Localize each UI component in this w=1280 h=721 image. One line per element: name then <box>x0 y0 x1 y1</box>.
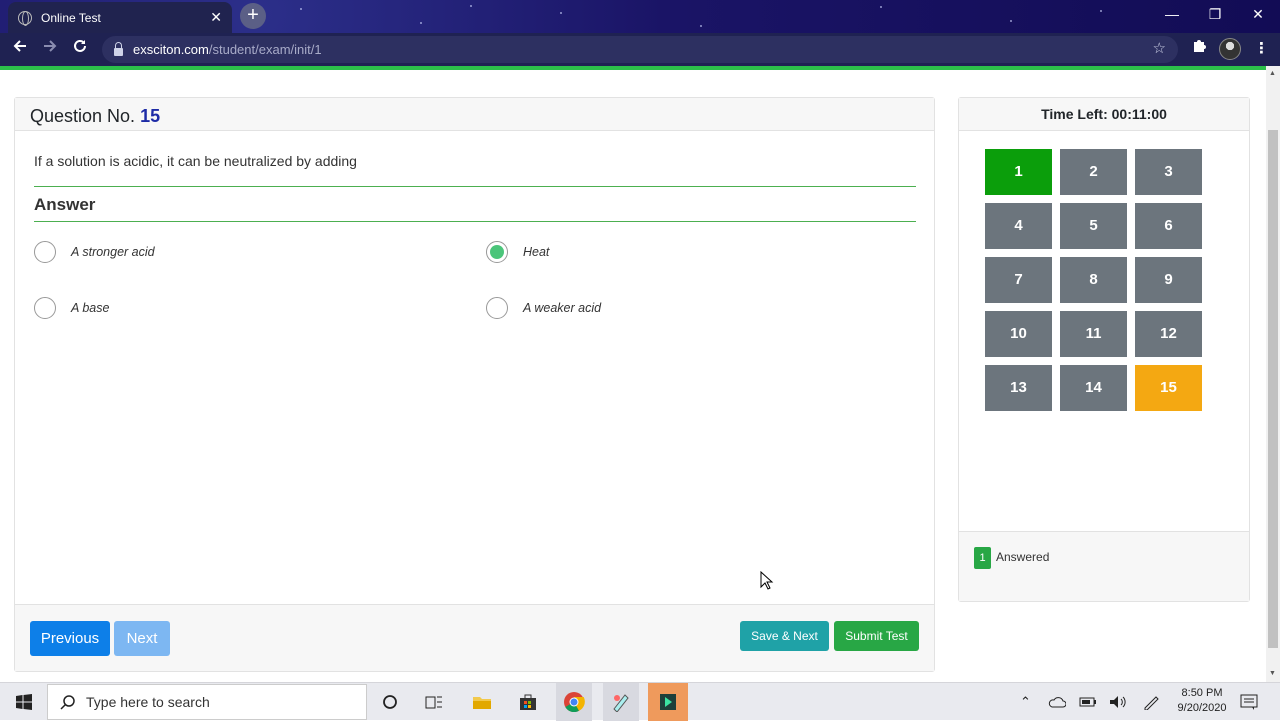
question-nav-button[interactable]: 5 <box>1060 203 1127 249</box>
question-nav-button[interactable]: 13 <box>985 365 1052 411</box>
radio-button-selected[interactable] <box>486 241 508 263</box>
option-a[interactable]: A stronger acid <box>34 241 155 263</box>
question-navigator-panel: Time Left: 00:11:00 1 2 3 4 5 6 7 8 9 10 11 12 13 14 1… <box>958 97 1250 602</box>
question-nav-button[interactable]: 3 <box>1135 149 1202 195</box>
pen-workspace-icon[interactable] <box>1142 683 1160 721</box>
answered-label: Answered <box>996 550 1050 564</box>
question-nav-button[interactable]: 12 <box>1135 311 1202 357</box>
option-label: A base <box>71 301 110 315</box>
browser-menu-icon[interactable]: ⋮ <box>1254 39 1269 57</box>
legend: 1 Answered <box>959 531 1249 601</box>
question-label: Question No. <box>30 106 136 126</box>
forward-arrow-icon[interactable] <box>38 38 62 62</box>
paint-icon[interactable] <box>603 683 639 721</box>
time-left: Time Left: 00:11:00 <box>959 98 1249 131</box>
option-c[interactable]: A base <box>34 297 109 319</box>
browser-tab[interactable]: Online Test ✕ <box>8 2 232 33</box>
url-host: exsciton.com <box>133 42 209 57</box>
option-b[interactable]: Heat <box>486 241 549 263</box>
divider <box>34 221 916 222</box>
battery-icon[interactable] <box>1079 683 1097 721</box>
search-placeholder: Type here to search <box>86 694 210 710</box>
onedrive-icon[interactable] <box>1048 683 1066 721</box>
radio-button[interactable] <box>34 241 56 263</box>
bookmark-star-icon[interactable]: ☆ <box>1153 39 1166 57</box>
profile-avatar[interactable] <box>1219 38 1241 60</box>
browser-tab-strip: Online Test ✕ + — ❐ ✕ <box>0 0 1280 33</box>
volume-icon[interactable] <box>1109 683 1127 721</box>
question-nav-button[interactable]: 11 <box>1060 311 1127 357</box>
question-number: 15 <box>140 106 161 126</box>
search-icon <box>60 695 75 710</box>
question-nav-button[interactable]: 9 <box>1135 257 1202 303</box>
previous-button[interactable]: Previous <box>30 621 110 656</box>
save-next-button[interactable]: Save & Next <box>740 621 829 651</box>
answered-badge: 1 <box>974 547 991 569</box>
option-label: A stronger acid <box>71 245 155 259</box>
question-nav-button[interactable]: 8 <box>1060 257 1127 303</box>
divider <box>34 186 916 187</box>
scroll-up-icon[interactable]: ▲ <box>1269 70 1276 77</box>
mouse-cursor-icon <box>760 570 774 596</box>
question-header: Question No. 15 <box>15 98 934 131</box>
store-icon[interactable] <box>512 683 544 721</box>
url-path: /student/exam/init/1 <box>208 42 322 57</box>
submit-test-button[interactable]: Submit Test <box>834 621 919 651</box>
restore-button[interactable]: ❐ <box>1193 0 1237 30</box>
next-button[interactable]: Next <box>114 621 170 656</box>
screen-recorder-icon[interactable] <box>648 683 688 721</box>
radio-button[interactable] <box>34 297 56 319</box>
new-tab-button[interactable]: + <box>240 3 266 29</box>
cortana-icon[interactable] <box>376 683 404 721</box>
notification-center-icon[interactable] <box>1240 683 1258 721</box>
chrome-icon[interactable] <box>556 683 592 721</box>
option-label: Heat <box>523 245 550 259</box>
question-grid: 1 2 3 4 5 6 7 8 9 10 11 12 13 14 15 <box>985 149 1202 411</box>
question-text: If a solution is acidic, it can be neutr… <box>34 153 357 169</box>
question-nav-button[interactable]: 6 <box>1135 203 1202 249</box>
task-view-icon[interactable] <box>420 683 448 721</box>
back-arrow-icon[interactable] <box>8 38 32 62</box>
question-nav-button[interactable]: 7 <box>985 257 1052 303</box>
question-footer: Previous Next Save & Next Submit Test <box>15 604 934 671</box>
question-nav-button[interactable]: 14 <box>1060 365 1127 411</box>
question-nav-button[interactable]: 15 <box>1135 365 1202 411</box>
radio-button[interactable] <box>486 297 508 319</box>
page-load-bar <box>0 66 1268 70</box>
tab-title: Online Test <box>41 10 101 25</box>
browser-toolbar: exsciton.com /student/exam/init/1 ☆ <box>0 33 1280 66</box>
clock-date: 9/20/2020 <box>1177 702 1227 714</box>
reload-icon[interactable] <box>68 38 92 62</box>
scroll-down-icon[interactable]: ▼ <box>1269 670 1276 677</box>
question-nav-button[interactable]: 1 <box>985 149 1052 195</box>
tray-chevron-icon[interactable]: ⌃ <box>1020 683 1031 721</box>
option-d[interactable]: A weaker acid <box>486 297 601 319</box>
close-window-button[interactable]: ✕ <box>1236 0 1280 30</box>
windows-start-icon[interactable] <box>8 683 40 721</box>
question-nav-button[interactable]: 10 <box>985 311 1052 357</box>
tab-close-icon[interactable]: ✕ <box>210 9 222 26</box>
answer-heading: Answer <box>34 195 96 214</box>
question-card: Question No. 15 If a solution is acidic,… <box>14 97 935 672</box>
minimize-button[interactable]: — <box>1150 0 1194 30</box>
lock-icon <box>114 41 123 56</box>
question-nav-button[interactable]: 2 <box>1060 149 1127 195</box>
globe-icon <box>18 10 32 26</box>
file-explorer-icon[interactable] <box>466 683 498 721</box>
clock-time: 8:50 PM <box>1181 687 1223 699</box>
windows-taskbar: Type here to search ⌃ 8:50 PM 9/20/2020 <box>0 682 1280 721</box>
question-nav-button[interactable]: 4 <box>985 203 1052 249</box>
taskbar-search-input[interactable]: Type here to search <box>47 684 367 720</box>
address-bar[interactable]: exsciton.com /student/exam/init/1 ☆ <box>102 36 1178 63</box>
scrollbar-thumb[interactable] <box>1268 130 1278 648</box>
taskbar-clock[interactable]: 8:50 PM 9/20/2020 <box>1168 686 1236 716</box>
extensions-puzzle-icon[interactable] <box>1191 38 1207 58</box>
option-label: A weaker acid <box>523 301 602 315</box>
